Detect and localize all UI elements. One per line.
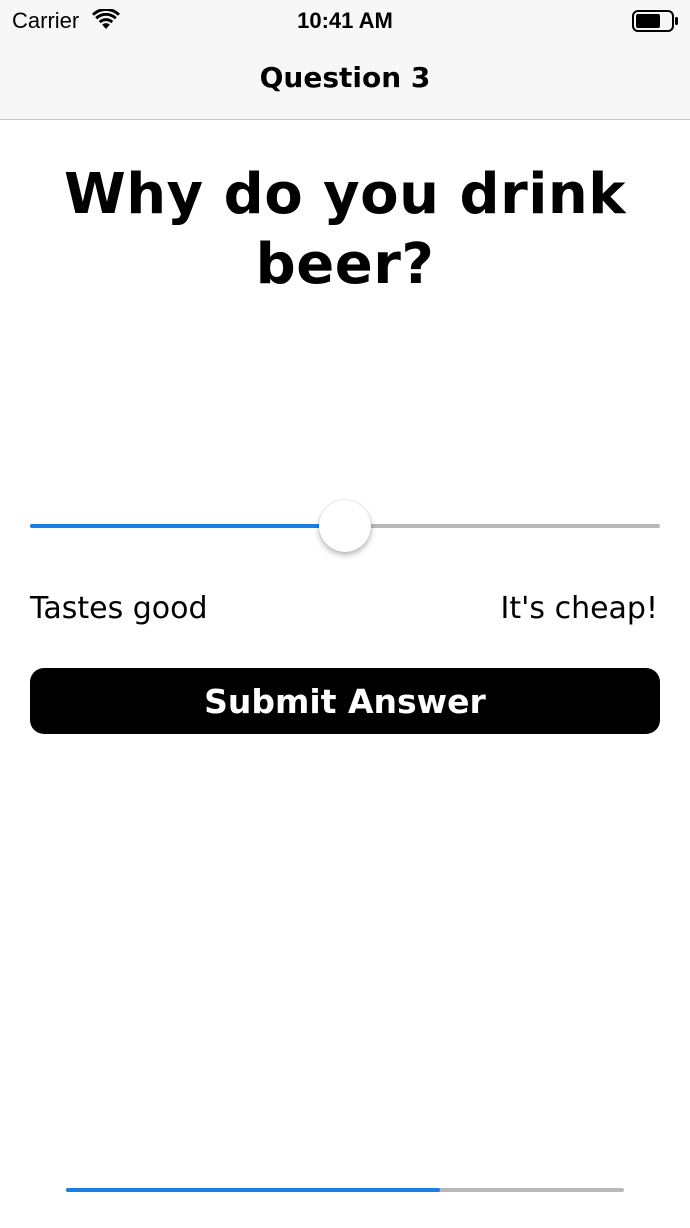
nav-title: Question 3 bbox=[259, 61, 431, 94]
status-bar: Carrier 10:41 AM bbox=[0, 0, 690, 40]
battery-icon bbox=[632, 10, 678, 32]
slider-min-label: Tastes good bbox=[30, 591, 208, 626]
submit-answer-button[interactable]: Submit Answer bbox=[30, 668, 660, 734]
status-time: 10:41 AM bbox=[297, 8, 393, 33]
question-text: Why do you drink beer? bbox=[63, 162, 627, 297]
quiz-progress-bar bbox=[66, 1188, 624, 1192]
answer-slider[interactable] bbox=[30, 500, 660, 552]
navigation-bar: Question 3 bbox=[0, 40, 690, 120]
quiz-progress-fill bbox=[66, 1188, 440, 1192]
slider-thumb[interactable] bbox=[319, 500, 371, 552]
slider-fill bbox=[30, 524, 345, 528]
slider-max-label: It's cheap! bbox=[500, 591, 658, 626]
